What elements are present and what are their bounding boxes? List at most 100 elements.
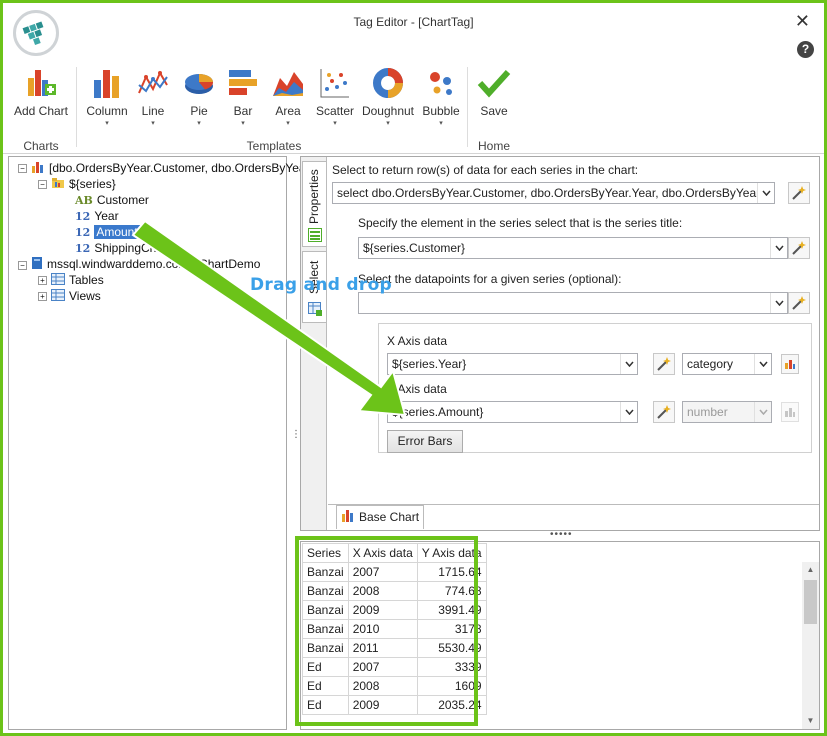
cell-y-axis: 5530.49 [416,638,487,658]
tree-field-customer[interactable]: AB Customer [75,192,149,208]
doughnut-chart-button[interactable]: Doughnut ▾ [359,65,417,127]
cell-x-axis: 2007 [347,562,418,582]
chevron-down-icon[interactable] [770,238,787,258]
view-icon [51,288,65,305]
bar-chart-button[interactable]: Bar ▾ [221,65,265,127]
cell-y-axis: 1715.64 [416,562,487,582]
number-field-icon: 12 [75,210,91,223]
select-query-value: select dbo.OrdersByYear.Customer, dbo.Or… [337,186,775,200]
x-axis-type-combo[interactable]: category [682,353,772,375]
cell-x-axis: 2008 [347,676,418,696]
table-row[interactable]: Ed 2007 3339 [302,657,487,677]
area-chart-button[interactable]: Area ▾ [266,65,310,127]
chevron-down-icon[interactable] [620,402,637,422]
vertical-scrollbar[interactable]: ▲ ▼ [802,562,819,729]
pie-chart-button[interactable]: Pie ▾ [177,65,221,127]
cell-x-axis: 2007 [347,657,418,677]
scroll-up-icon[interactable]: ▲ [802,562,819,578]
tree-views-label: Views [69,289,101,303]
datapoints-label: Select the datapoints for a given series… [358,272,622,286]
chevron-down-icon: ▾ [105,120,109,127]
chevron-down-icon[interactable] [770,293,787,313]
horizontal-splitter[interactable]: ••••• [550,529,573,540]
preview-data-grid: Series X Axis data Y Axis data Banzai 200… [300,541,820,730]
chevron-down-icon[interactable] [757,183,774,203]
cell-x-axis: 2009 [347,600,418,620]
magic-wand-icon[interactable] [653,401,675,423]
text-field-icon: AB [75,194,93,207]
magic-wand-icon[interactable] [788,292,810,314]
add-chart-button[interactable]: Add Chart [13,65,69,118]
scatter-chart-button[interactable]: Scatter ▾ [310,65,360,127]
chevron-down-icon[interactable] [754,354,771,374]
field-label: ShippingCharge [94,241,181,255]
ribbon-separator [76,67,77,147]
bar-chart-icon [221,65,265,101]
table-row[interactable]: Banzai 2008 774.68 [302,581,487,601]
table-icon [51,272,65,289]
help-icon[interactable]: ? [797,41,814,58]
column-chart-button[interactable]: Column ▾ [83,65,131,127]
tree-root-node[interactable]: − [dbo.OrdersByYear.Customer, dbo.OrdersB… [18,160,337,176]
tab-base-chart[interactable]: Base Chart [336,505,424,529]
cell-series: Ed [302,676,349,696]
table-row[interactable]: Ed 2008 1609 [302,676,487,696]
line-chart-button[interactable]: Line ▾ [131,65,175,127]
tree-field-year[interactable]: 12 Year [75,208,119,224]
tree-tables-node[interactable]: + Tables [38,272,104,288]
field-label: Year [94,209,119,223]
collapse-icon[interactable]: − [18,164,27,174]
tree-views-node[interactable]: + Views [38,288,101,304]
scrollbar-thumb[interactable] [804,580,817,624]
bar-label: Bar [233,104,253,118]
tree-root-label: [dbo.OrdersByYear.Customer, dbo.OrdersBy… [49,161,337,175]
table-row[interactable]: Banzai 2010 3178 [302,619,487,639]
table-row[interactable]: Banzai 2009 3991.49 [302,600,487,620]
error-bars-button[interactable]: Error Bars [387,430,463,453]
tree-field-shippingcharge[interactable]: 12 ShippingCharge [75,240,180,256]
close-icon[interactable]: ✕ [795,11,810,32]
collapse-icon[interactable]: − [38,180,47,190]
cell-y-axis: 3339 [416,657,487,677]
expand-icon[interactable]: + [38,276,47,286]
select-query-combo[interactable]: select dbo.OrdersByYear.Customer, dbo.Or… [332,182,775,204]
column-header-y-axis[interactable]: Y Axis data [416,543,487,563]
table-row[interactable]: Banzai 2011 5530.49 [302,638,487,658]
cell-series: Ed [302,695,349,715]
magic-wand-icon[interactable] [788,237,810,259]
series-title-value: ${series.Customer} [363,241,466,255]
line-label: Line [141,104,165,118]
scroll-down-icon[interactable]: ▼ [802,713,819,729]
save-button[interactable]: Save [473,65,515,118]
chevron-down-icon: ▾ [439,120,443,127]
vertical-splitter[interactable]: ⋮ [291,430,301,440]
datasource-tree: − [dbo.OrdersByYear.Customer, dbo.OrdersB… [8,156,337,730]
expand-icon[interactable]: + [38,292,47,302]
axis-chart-icon[interactable] [781,354,799,374]
magic-wand-icon[interactable] [653,353,675,375]
bubble-chart-button[interactable]: Bubble ▾ [417,65,465,127]
save-label: Save [480,104,508,118]
collapse-icon[interactable]: − [18,260,27,270]
add-chart-label: Add Chart [13,104,69,118]
table-row[interactable]: Ed 2009 2035.24 [302,695,487,715]
cell-series: Banzai [302,562,349,582]
cell-x-axis: 2010 [347,619,418,639]
tree-datasource-node[interactable]: − mssql.windwarddemo.com - ChartDemo [18,256,260,272]
chevron-down-icon: ▾ [333,120,337,127]
magic-wand-icon[interactable] [788,182,810,204]
cell-series: Banzai [302,581,349,601]
chevron-down-icon[interactable] [620,354,637,374]
y-axis-combo[interactable]: ${series.Amount} [387,401,638,423]
tree-field-amount[interactable]: 12 Amount [75,224,140,240]
table-row[interactable]: Banzai 2007 1715.64 [302,562,487,582]
base-chart-icon [341,507,355,529]
x-axis-combo[interactable]: ${series.Year} [387,353,638,375]
datapoints-combo[interactable] [358,292,788,314]
chevron-down-icon: ▾ [241,120,245,127]
tab-properties[interactable]: Properties [302,161,326,247]
column-header-x-axis[interactable]: X Axis data [347,543,418,563]
series-title-combo[interactable]: ${series.Customer} [358,237,788,259]
tree-series-node[interactable]: − ${series} [38,176,116,192]
column-header-series[interactable]: Series [302,543,349,563]
